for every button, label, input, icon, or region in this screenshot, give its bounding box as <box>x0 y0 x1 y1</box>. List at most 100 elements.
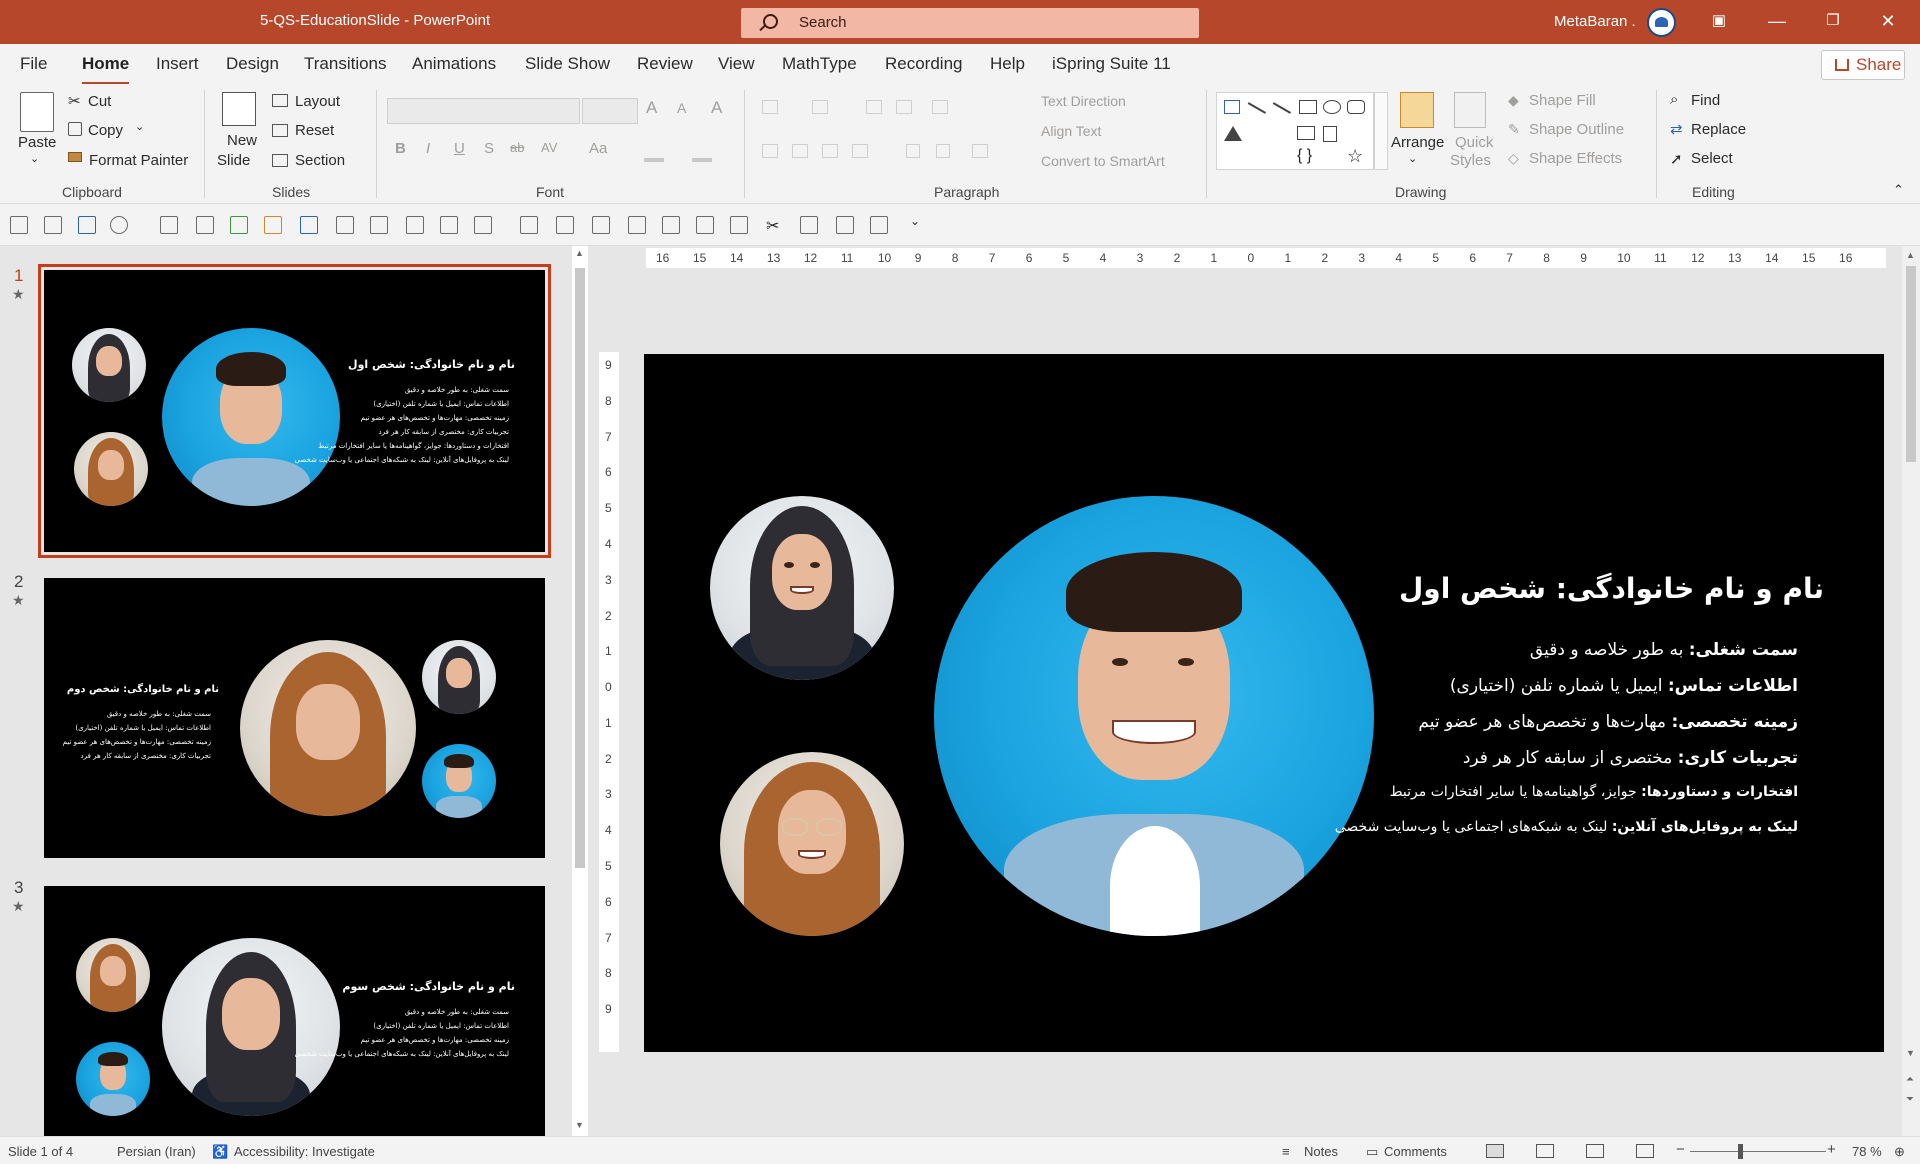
highlight-color-icon[interactable] <box>644 158 664 162</box>
clear-format-icon[interactable]: A <box>711 98 722 118</box>
restore-button[interactable]: ❐ <box>1822 10 1844 32</box>
zoom-level[interactable]: 78 % <box>1852 1144 1882 1159</box>
toolbar-icon[interactable] <box>370 216 388 234</box>
align-right-icon[interactable] <box>822 144 838 158</box>
scroll-up-icon[interactable]: ▲ <box>575 248 584 258</box>
toolbar-icon[interactable] <box>628 216 646 234</box>
scroll-down-icon[interactable]: ▼ <box>1906 1048 1915 1058</box>
toolbar-icon[interactable] <box>10 216 28 234</box>
toolbar-icon[interactable] <box>592 216 610 234</box>
toolbar-icon[interactable] <box>44 216 62 234</box>
brace-shape-icon[interactable]: { } <box>1297 147 1312 165</box>
photo-woman-hijab[interactable] <box>710 496 894 680</box>
tab-view[interactable]: View <box>718 54 755 74</box>
language-indicator[interactable]: Persian (Iran) <box>117 1144 196 1159</box>
bold-button[interactable]: B <box>395 140 406 157</box>
justify-icon[interactable] <box>852 144 868 158</box>
font-size-dropdown[interactable] <box>582 98 638 124</box>
quick-styles-icon[interactable] <box>1454 92 1486 128</box>
thumbnail-scrollbar-thumb[interactable] <box>575 268 585 868</box>
slide-line-contact[interactable]: اطلاعات تماس: ایمیل یا شماره تلفن (اختیا… <box>1450 676 1798 696</box>
paste-icon[interactable] <box>20 92 54 132</box>
underline-button[interactable]: U <box>454 140 465 157</box>
tab-mathtype[interactable]: MathType <box>782 54 857 74</box>
toolbar-icon[interactable] <box>836 216 854 234</box>
bullets-icon[interactable] <box>762 100 778 114</box>
slide-line-job-title[interactable]: سمت شغلی: به طور خلاصه و دقیق <box>1530 640 1798 660</box>
zoom-slider-thumb[interactable] <box>1738 1144 1743 1159</box>
tab-ispring[interactable]: iSpring Suite 11 <box>1052 54 1171 74</box>
arrow-shape-icon[interactable] <box>1272 102 1292 114</box>
new-slide-label-2[interactable]: Slide <box>217 152 250 169</box>
tab-review[interactable]: Review <box>637 54 693 74</box>
zoom-in-button[interactable]: + <box>1827 1141 1836 1158</box>
minimize-button[interactable]: — <box>1766 10 1788 32</box>
next-slide-icon[interactable]: ⏷ <box>1906 1094 1914 1105</box>
right-arrow-shape-icon[interactable] <box>1297 126 1315 140</box>
slide-thumbnail-2[interactable]: نام و نام خانوادگی: شخص دوم سمت شغلی: به… <box>44 578 545 858</box>
shapes-gallery-scroll[interactable] <box>1374 92 1388 170</box>
ltr-direction-icon[interactable] <box>906 144 920 158</box>
reading-view-icon[interactable] <box>1586 1144 1604 1158</box>
font-color-icon[interactable] <box>692 158 712 162</box>
toolbar-icon[interactable] <box>556 216 574 234</box>
tab-insert[interactable]: Insert <box>156 54 199 74</box>
section-button[interactable]: Section <box>295 152 345 169</box>
font-name-dropdown[interactable] <box>387 98 580 124</box>
shape-outline-button[interactable]: Shape Outline <box>1529 121 1624 138</box>
paste-chevron-icon[interactable]: ⌄ <box>30 152 39 165</box>
zoom-slider[interactable] <box>1690 1151 1826 1152</box>
tab-transitions[interactable]: Transitions <box>304 54 387 74</box>
current-slide[interactable]: نام و نام خانوادگی: شخص اول سمت شغلی: به… <box>644 354 1884 1052</box>
down-arrow-shape-icon[interactable] <box>1323 126 1337 142</box>
tab-animations[interactable]: Animations <box>412 54 496 74</box>
tab-file[interactable]: File <box>20 54 47 74</box>
shadow-button[interactable]: S <box>484 140 494 157</box>
triangle-shape-icon[interactable] <box>1224 126 1242 141</box>
align-left-icon[interactable] <box>762 144 778 158</box>
align-center-icon[interactable] <box>792 144 808 158</box>
slide-line-achievements[interactable]: افتخارات و دستاوردها: جوایز، گواهینامه‌ه… <box>1390 784 1798 800</box>
convert-smartart-button[interactable]: Convert to SmartArt <box>1041 153 1165 169</box>
slide-title[interactable]: نام و نام خانوادگی: شخص اول <box>1399 572 1824 605</box>
toolbar-icon[interactable] <box>870 216 888 234</box>
reset-button[interactable]: Reset <box>295 122 334 139</box>
scroll-up-icon[interactable]: ▲ <box>1906 250 1915 260</box>
change-case-button[interactable]: Aa <box>589 140 607 157</box>
toolbar-icon[interactable] <box>800 216 818 234</box>
photo-woman-glasses[interactable] <box>720 752 904 936</box>
toolbar-icon[interactable] <box>78 216 96 234</box>
cut-icon[interactable]: ✂ <box>766 216 784 235</box>
toolbar-icon[interactable] <box>730 216 748 234</box>
editor-scrollbar-thumb[interactable] <box>1906 266 1916 462</box>
notes-button[interactable]: Notes <box>1304 1144 1338 1159</box>
arrange-button[interactable]: Arrange <box>1391 134 1444 151</box>
photo-man[interactable] <box>934 496 1374 936</box>
numbering-icon[interactable] <box>812 100 828 114</box>
new-slide-button[interactable]: New <box>227 132 257 149</box>
user-avatar-icon[interactable] <box>1647 8 1676 37</box>
align-text-button[interactable]: Align Text <box>1041 123 1101 139</box>
normal-view-icon[interactable] <box>1486 1144 1504 1158</box>
collapse-ribbon-icon[interactable]: ⌃ <box>1893 182 1904 198</box>
cut-button[interactable]: Cut <box>88 93 111 110</box>
slide-thumbnail-1[interactable]: نام و نام خانوادگی: شخص اول سمت شغلی: به… <box>38 264 551 558</box>
toolbar-icon[interactable] <box>196 216 214 234</box>
copy-button[interactable]: Copy <box>88 122 123 139</box>
quick-styles-button[interactable]: Quick <box>1455 134 1493 151</box>
close-button[interactable]: ✕ <box>1877 10 1899 32</box>
oval-shape-icon[interactable] <box>1323 100 1341 114</box>
paste-button[interactable]: Paste <box>18 134 56 151</box>
toolbar-icon[interactable] <box>520 216 538 234</box>
tab-home[interactable]: Home <box>82 54 130 85</box>
star-shape-icon[interactable]: ☆ <box>1347 146 1363 167</box>
user-name[interactable]: MetaBaran . <box>1554 13 1636 30</box>
toolbar-icon[interactable] <box>696 216 714 234</box>
new-slide-icon[interactable] <box>222 92 256 126</box>
share-button[interactable]: Share <box>1821 50 1905 80</box>
ribbon-display-options-icon[interactable]: ▣ <box>1708 10 1730 32</box>
shape-effects-button[interactable]: Shape Effects <box>1529 150 1622 167</box>
toolbar-icon[interactable] <box>264 216 282 234</box>
shape-fill-button[interactable]: Shape Fill <box>1529 92 1596 109</box>
thumbnail-scrollbar[interactable]: ▲ ▼ <box>572 246 588 1136</box>
